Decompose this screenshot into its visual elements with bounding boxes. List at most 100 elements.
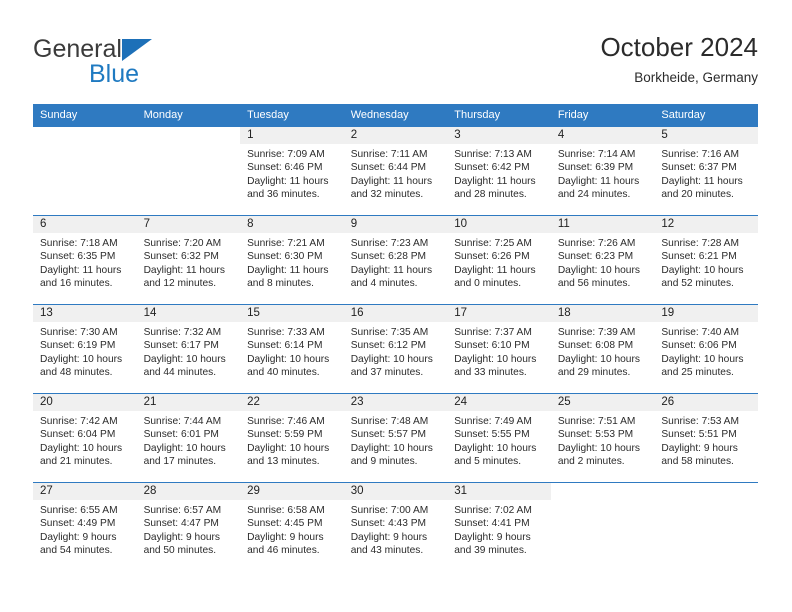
- calendar-day-cell[interactable]: 2 Sunrise: 7:11 AM Sunset: 6:44 PM Daylight…: [343, 127, 448, 216]
- calendar-day-cell[interactable]: 8 Sunrise: 7:21 AM Sunset: 6:30 PM Daylight…: [240, 215, 344, 305]
- weekday-header-thursday: Thursday: [447, 104, 551, 127]
- day-number: 21: [136, 394, 241, 411]
- calendar-day-cell[interactable]: 17 Sunrise: 7:37 AM Sunset: 6:10 PM Dayligh…: [447, 304, 551, 394]
- calendar-day-cell[interactable]: 29 Sunrise: 6:58 AM Sunset: 4:45 PM Dayligh…: [240, 482, 344, 571]
- calendar-day-cell[interactable]: 18 Sunrise: 7:39 AM Sunset: 6:08 PM Dayligh…: [550, 304, 655, 394]
- calendar-day-cell[interactable]: 27 Sunrise: 6:55 AM Sunset: 4:49 PM Dayligh…: [33, 482, 137, 571]
- day-number: 24: [447, 394, 551, 411]
- day-sunrise-text: Sunrise: 6:57 AM: [143, 505, 222, 516]
- day-number: 5: [654, 127, 758, 144]
- calendar-day-cell[interactable]: 21 Sunrise: 7:44 AM Sunset: 6:01 PM Dayligh…: [136, 393, 241, 483]
- day-sunset-text: Sunset: 6:37 PM: [661, 162, 737, 174]
- day-sunrise-text: Sunrise: 7:09 AM: [247, 149, 325, 160]
- day-sunset-text: Sunset: 6:01 PM: [143, 429, 219, 441]
- calendar-day-cell[interactable]: 9 Sunrise: 7:23 AM Sunset: 6:28 PM Daylight…: [343, 215, 448, 305]
- weekday-header-tuesday: Tuesday: [240, 104, 344, 127]
- day-sunset-text: Sunset: 4:41 PM: [454, 518, 530, 530]
- day-daylight-text: Daylight: 10 hours: [557, 264, 640, 276]
- calendar-day-cell[interactable]: 15 Sunrise: 7:33 AM Sunset: 6:14 PM Dayligh…: [240, 304, 344, 394]
- day-daylight-text: Daylight: 10 hours: [661, 264, 744, 276]
- day-details: Sunrise: 7:42 AM Sunset: 6:04 PM Daylight:…: [33, 411, 137, 469]
- calendar-day-cell[interactable]: 28 Sunrise: 6:57 AM Sunset: 4:47 PM Dayligh…: [136, 482, 241, 571]
- day-sunset-text: Sunset: 4:49 PM: [40, 518, 116, 530]
- day-number: 19: [654, 305, 758, 322]
- calendar-day-cell[interactable]: 6 Sunrise: 7:18 AM Sunset: 6:35 PM Daylight…: [33, 215, 137, 305]
- day-details: Sunrise: 7:44 AM Sunset: 6:01 PM Daylight:…: [137, 411, 241, 469]
- calendar-day-cell[interactable]: 23 Sunrise: 7:48 AM Sunset: 5:57 PM Dayligh…: [343, 393, 448, 483]
- day-details: Sunrise: 7:23 AM Sunset: 6:28 PM Daylight:…: [344, 233, 448, 291]
- day-daylight-text: and 4 minutes.: [350, 278, 418, 290]
- day-sunrise-text: Sunrise: 7:51 AM: [557, 416, 636, 427]
- calendar-header-row: Sunday Monday Tuesday Wednesday Thursday…: [33, 104, 758, 127]
- day-sunset-text: Sunset: 6:23 PM: [557, 251, 634, 263]
- calendar-week-row: 20 Sunrise: 7:42 AM Sunset: 6:04 PM Dayligh…: [33, 393, 758, 483]
- day-sunrise-text: Sunrise: 7:32 AM: [143, 327, 222, 338]
- day-number: 31: [447, 483, 551, 500]
- day-number: 23: [343, 394, 448, 411]
- day-number: 14: [136, 305, 241, 322]
- calendar-day-cell[interactable]: 30 Sunrise: 7:00 AM Sunset: 4:43 PM Dayligh…: [343, 482, 448, 571]
- day-number: 6: [33, 216, 137, 233]
- day-sunrise-text: Sunrise: 7:46 AM: [247, 416, 325, 427]
- day-sunset-text: Sunset: 6:04 PM: [40, 429, 116, 441]
- day-number: 20: [33, 394, 137, 411]
- day-daylight-text: Daylight: 9 hours: [247, 531, 324, 543]
- day-details: Sunrise: 7:26 AM Sunset: 6:23 PM Daylight:…: [551, 233, 655, 291]
- day-daylight-text: and 58 minutes.: [661, 456, 734, 468]
- day-number: 26: [654, 394, 758, 411]
- calendar-day-cell[interactable]: 5 Sunrise: 7:16 AM Sunset: 6:37 PM Daylight…: [654, 127, 758, 216]
- day-sunrise-text: Sunrise: 7:39 AM: [557, 327, 636, 338]
- calendar-day-cell[interactable]: 20 Sunrise: 7:42 AM Sunset: 6:04 PM Dayligh…: [33, 393, 137, 483]
- weekday-header-saturday: Saturday: [654, 104, 758, 127]
- calendar-day-cell[interactable]: 19 Sunrise: 7:40 AM Sunset: 6:06 PM Dayligh…: [654, 304, 758, 394]
- calendar-day-cell[interactable]: 22 Sunrise: 7:46 AM Sunset: 5:59 PM Dayligh…: [240, 393, 344, 483]
- calendar-day-cell[interactable]: 4 Sunrise: 7:14 AM Sunset: 6:39 PM Daylight…: [550, 127, 655, 216]
- day-number: 17: [447, 305, 551, 322]
- day-daylight-text: and 32 minutes.: [350, 189, 424, 201]
- calendar-day-cell[interactable]: 10 Sunrise: 7:25 AM Sunset: 6:26 PM Dayligh…: [447, 215, 551, 305]
- day-sunset-text: Sunset: 6:42 PM: [454, 162, 530, 174]
- day-daylight-text: and 54 minutes.: [40, 545, 113, 557]
- calendar-day-cell[interactable]: 13 Sunrise: 7:30 AM Sunset: 6:19 PM Dayligh…: [33, 304, 137, 394]
- day-details: Sunrise: 7:51 AM Sunset: 5:53 PM Daylight:…: [551, 411, 655, 469]
- day-daylight-text: and 17 minutes.: [143, 456, 217, 468]
- calendar-day-cell[interactable]: 14 Sunrise: 7:32 AM Sunset: 6:17 PM Dayligh…: [136, 304, 241, 394]
- calendar-day-cell[interactable]: 7 Sunrise: 7:20 AM Sunset: 6:32 PM Daylight…: [136, 215, 241, 305]
- day-daylight-text: and 8 minutes.: [247, 278, 314, 290]
- day-details: Sunrise: 7:02 AM Sunset: 4:41 PM Daylight:…: [447, 500, 551, 558]
- calendar-day-cell[interactable]: 1 Sunrise: 7:09 AM Sunset: 6:46 PM Daylight…: [240, 127, 344, 216]
- day-daylight-text: Daylight: 10 hours: [143, 353, 226, 365]
- calendar-body: 1 Sunrise: 7:09 AM Sunset: 6:46 PM Daylight…: [33, 127, 758, 571]
- calendar-day-cell[interactable]: 24 Sunrise: 7:49 AM Sunset: 5:55 PM Dayligh…: [447, 393, 551, 483]
- calendar-day-cell[interactable]: 31 Sunrise: 7:02 AM Sunset: 4:41 PM Dayligh…: [447, 482, 551, 571]
- calendar-day-cell[interactable]: 25 Sunrise: 7:51 AM Sunset: 5:53 PM Dayligh…: [550, 393, 655, 483]
- day-sunset-text: Sunset: 6:14 PM: [247, 340, 323, 352]
- calendar-day-cell[interactable]: 3 Sunrise: 7:13 AM Sunset: 6:42 PM Daylight…: [447, 127, 551, 216]
- day-daylight-text: and 28 minutes.: [454, 189, 527, 201]
- day-details: Sunrise: 7:46 AM Sunset: 5:59 PM Daylight:…: [240, 411, 344, 469]
- day-sunrise-text: Sunrise: 7:26 AM: [557, 238, 636, 249]
- general-blue-logo[interactable]: General Blue: [33, 36, 233, 94]
- day-daylight-text: Daylight: 11 hours: [557, 175, 640, 187]
- weekday-header-friday: Friday: [550, 104, 655, 127]
- day-sunrise-text: Sunrise: 6:55 AM: [40, 505, 118, 516]
- day-number: 27: [33, 483, 137, 500]
- day-daylight-text: and 12 minutes.: [143, 278, 217, 290]
- day-number: 18: [550, 305, 655, 322]
- calendar-day-cell[interactable]: 11 Sunrise: 7:26 AM Sunset: 6:23 PM Dayligh…: [550, 215, 655, 305]
- logo-text-blue: Blue: [89, 60, 140, 88]
- day-daylight-text: Daylight: 10 hours: [143, 442, 226, 454]
- day-daylight-text: Daylight: 11 hours: [143, 264, 225, 276]
- day-details: Sunrise: 7:20 AM Sunset: 6:32 PM Daylight:…: [137, 233, 241, 291]
- day-sunrise-text: Sunrise: 7:23 AM: [350, 238, 429, 249]
- day-sunrise-text: Sunrise: 7:48 AM: [350, 416, 429, 427]
- calendar-day-cell[interactable]: 16 Sunrise: 7:35 AM Sunset: 6:12 PM Dayligh…: [343, 304, 448, 394]
- day-number: 3: [447, 127, 551, 144]
- day-details: Sunrise: 7:18 AM Sunset: 6:35 PM Daylight:…: [33, 233, 137, 291]
- day-sunrise-text: Sunrise: 7:02 AM: [454, 505, 532, 516]
- day-sunset-text: Sunset: 6:30 PM: [247, 251, 323, 263]
- day-sunrise-text: Sunrise: 7:40 AM: [661, 327, 739, 338]
- calendar-day-cell[interactable]: 26 Sunrise: 7:53 AM Sunset: 5:51 PM Dayligh…: [654, 393, 758, 483]
- day-daylight-text: and 29 minutes.: [557, 367, 631, 379]
- calendar-day-cell[interactable]: 12 Sunrise: 7:28 AM Sunset: 6:21 PM Dayligh…: [654, 215, 758, 305]
